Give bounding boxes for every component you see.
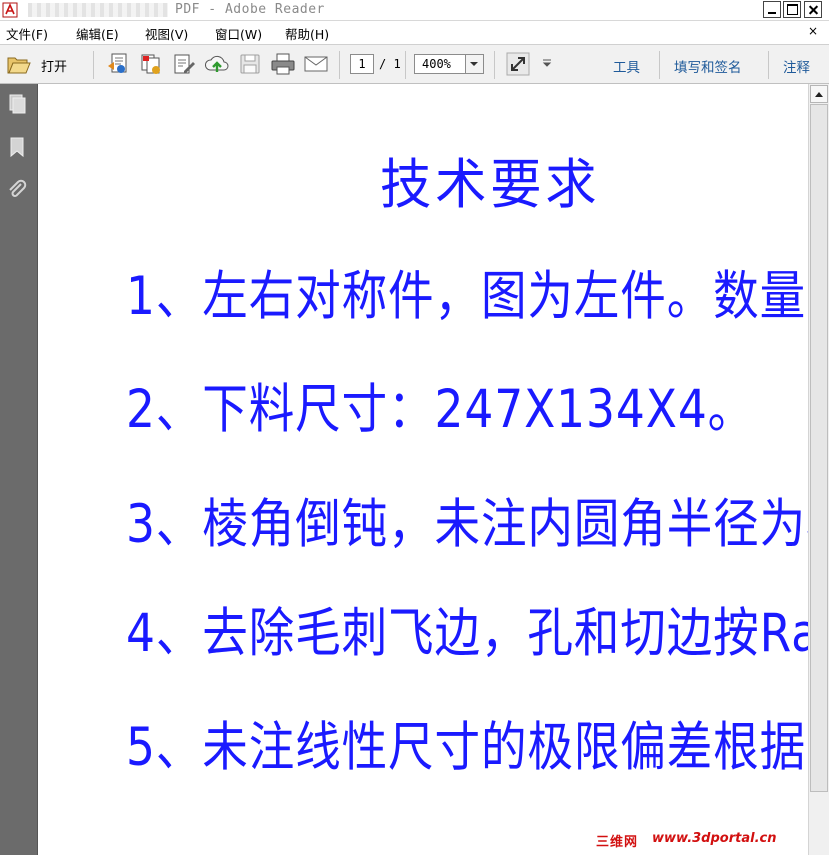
create-pdf-button[interactable] [106, 52, 130, 76]
requirement-item-3: 3、棱角倒钝，未注内圆角半径为板厚 [126, 494, 808, 555]
menu-edit[interactable]: 编辑(E) [76, 24, 119, 43]
toolbar-separator [768, 51, 769, 79]
bookmark-icon[interactable] [6, 136, 28, 158]
close-window-button[interactable] [804, 1, 822, 18]
combine-pdf-button[interactable] [139, 52, 163, 76]
upload-button[interactable] [204, 52, 230, 76]
edit-icon [174, 54, 195, 74]
watermark-cn: 三维网 [596, 835, 639, 850]
save-button[interactable] [238, 52, 262, 76]
menu-help[interactable]: 帮助(H) [285, 24, 329, 43]
email-button[interactable] [303, 52, 329, 76]
scroll-up-button[interactable] [810, 85, 828, 103]
document-view[interactable]: 技术要求 1、左右对称件，图为左件。数量：左 2、下料尺寸：247X134X4。… [38, 84, 808, 855]
close-document-button[interactable]: × [808, 24, 818, 38]
menu-window[interactable]: 窗口(W) [215, 24, 262, 43]
page-number-input[interactable]: 1 [350, 54, 374, 74]
zoom-value: 400% [422, 57, 451, 71]
fill-sign-link[interactable]: 填写和签名 [674, 56, 742, 76]
scroll-thumb[interactable] [810, 104, 828, 792]
watermark-url: www.3dportal.cn [652, 831, 777, 846]
minimize-button[interactable] [763, 1, 781, 18]
folder-open-icon [7, 57, 31, 74]
combine-pdf-icon [141, 54, 160, 74]
email-icon [304, 56, 328, 72]
menu-view[interactable]: 视图(V) [145, 24, 188, 43]
print-icon [271, 53, 295, 75]
dropdown-chevron-icon [542, 59, 552, 67]
save-icon [240, 54, 260, 74]
open-label[interactable]: 打开 [41, 56, 67, 75]
toolbar-separator [659, 51, 660, 79]
fit-page-icon [506, 52, 530, 76]
requirement-item-4: 4、去除毛刺飞边，孔和切边按Ra12.5 [126, 603, 808, 664]
tools-link[interactable]: 工具 [613, 56, 640, 76]
adobe-reader-icon [2, 2, 18, 18]
toolbar-separator [494, 51, 495, 79]
chevron-down-icon[interactable] [465, 55, 483, 73]
upload-cloud-icon [204, 55, 229, 72]
document-title: 技术要求 [380, 153, 601, 216]
window-title: PDF - Adobe Reader [175, 2, 325, 17]
fit-page-button[interactable] [506, 52, 530, 76]
more-tools-dropdown[interactable] [542, 59, 552, 69]
requirement-item-5: 5、未注线性尺寸的极限偏差根据GB/T [126, 717, 808, 778]
requirement-item-2: 2、下料尺寸：247X134X4。 [126, 379, 755, 440]
toolbar-separator [405, 51, 406, 79]
requirement-item-1: 1、左右对称件，图为左件。数量：左 [126, 266, 808, 327]
comment-link[interactable]: 注释 [783, 56, 810, 76]
navigation-pane [0, 84, 38, 855]
zoom-select[interactable]: 400% [414, 54, 484, 74]
page-total: / 1 [379, 57, 401, 71]
toolbar: 打开 1 / 1 400% 工具 填写和签名 注释 [0, 44, 829, 84]
redacted-filename [28, 3, 168, 17]
create-pdf-icon [108, 53, 127, 73]
vertical-scrollbar[interactable] [808, 84, 829, 855]
toolbar-separator [339, 51, 340, 79]
toolbar-separator [93, 51, 94, 79]
print-button[interactable] [270, 52, 296, 76]
menu-bar: 文件(F) 编辑(E) 视图(V) 窗口(W) 帮助(H) [0, 21, 829, 43]
open-button[interactable] [6, 52, 32, 76]
edit-button[interactable] [172, 52, 196, 76]
maximize-button[interactable] [783, 1, 801, 18]
pages-icon[interactable] [6, 93, 28, 115]
menu-file[interactable]: 文件(F) [6, 24, 48, 43]
attachment-icon[interactable] [6, 178, 28, 200]
title-bar: PDF - Adobe Reader [0, 0, 829, 21]
site-watermark: 三维网 www.3dportal.cn [596, 831, 810, 850]
